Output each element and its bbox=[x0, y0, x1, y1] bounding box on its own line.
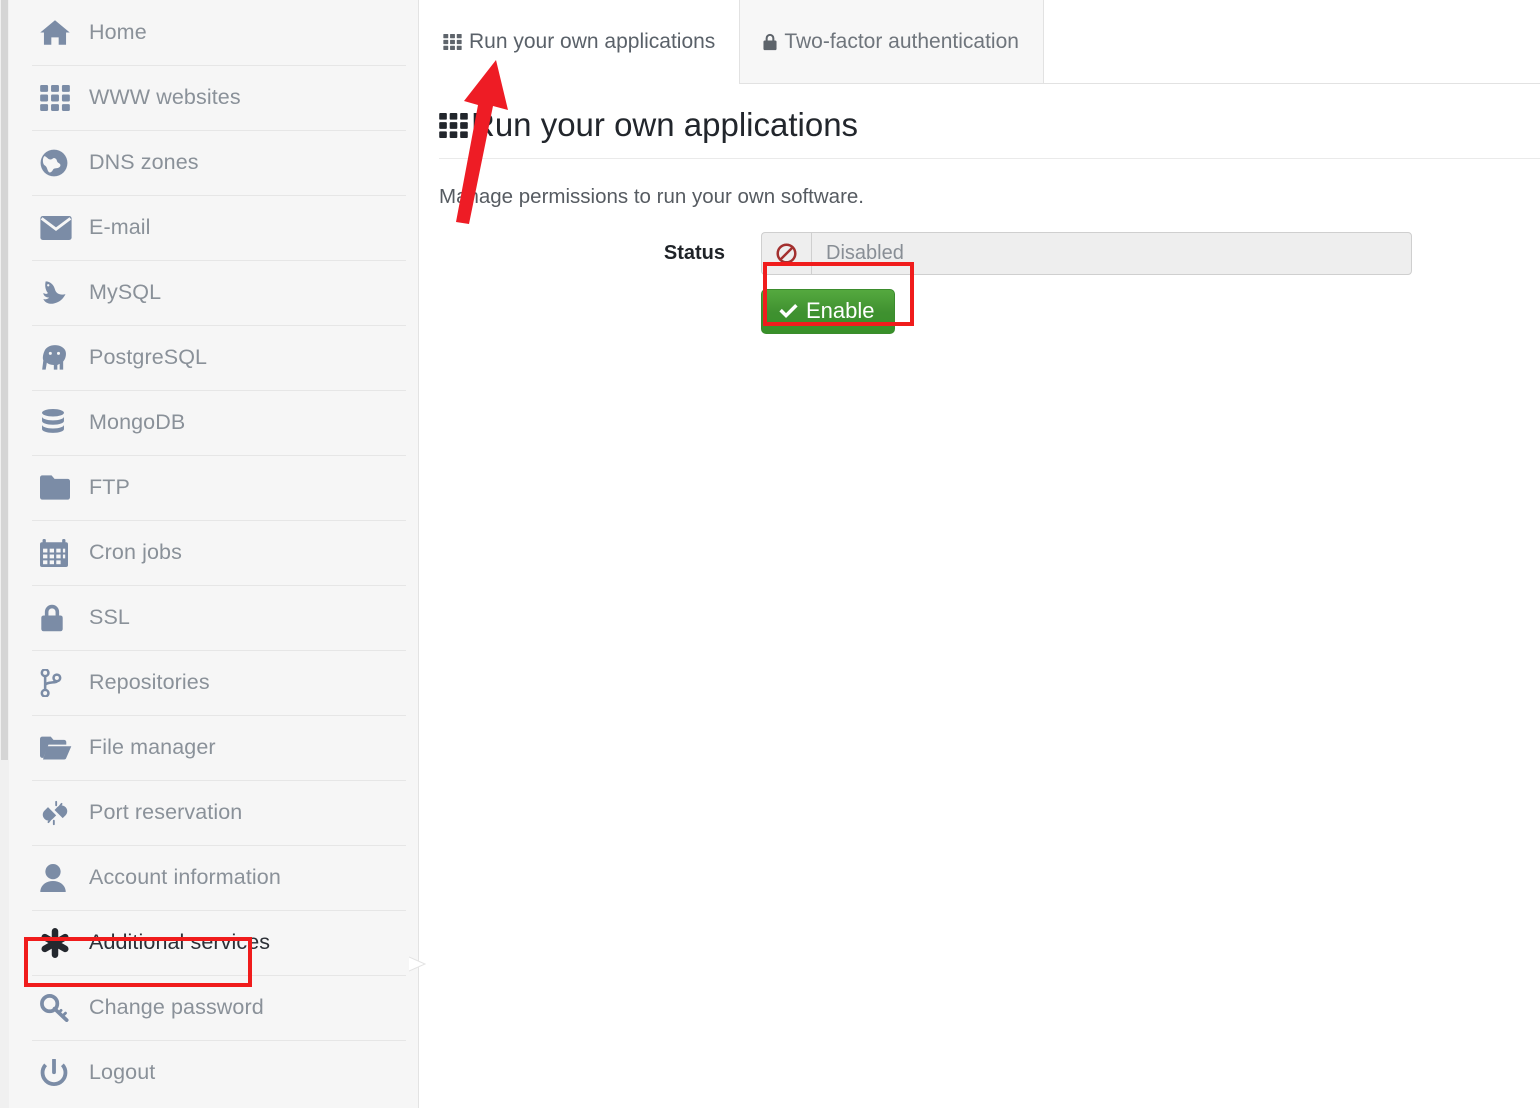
folder-open-icon bbox=[40, 735, 80, 760]
check-icon bbox=[779, 303, 798, 319]
page-title-text: Run your own applications bbox=[471, 106, 859, 143]
enable-button-row: Enable bbox=[439, 289, 1540, 334]
sidebar-item-label: Port reservation bbox=[89, 800, 243, 824]
envelope-icon bbox=[40, 215, 80, 240]
dolphin-icon bbox=[40, 279, 80, 307]
enable-button[interactable]: Enable bbox=[761, 289, 895, 334]
sidebar-item-label: Cron jobs bbox=[89, 540, 182, 564]
sidebar-item-postgresql[interactable]: PostgreSQL bbox=[9, 325, 418, 390]
sidebar: Home WWW websites DNS zones E-mail MySQL… bbox=[9, 0, 419, 1108]
sidebar-item-label: WWW websites bbox=[89, 85, 241, 109]
user-icon bbox=[40, 863, 80, 892]
lock-icon bbox=[40, 604, 80, 632]
sidebar-item-email[interactable]: E-mail bbox=[9, 195, 418, 260]
page-scrollbar-thumb[interactable] bbox=[1, 0, 8, 760]
sidebar-item-account-information[interactable]: Account information bbox=[9, 845, 418, 910]
sidebar-item-additional-services[interactable]: Additional services bbox=[9, 910, 418, 975]
status-row: Status Disabled bbox=[439, 232, 1540, 275]
lock-icon bbox=[763, 33, 777, 51]
page-title: Run your own applications bbox=[439, 84, 1540, 159]
status-input-group: Disabled bbox=[761, 232, 1412, 275]
plug-icon bbox=[40, 799, 80, 827]
page-description: Manage permissions to run your own softw… bbox=[439, 185, 865, 208]
sidebar-item-label: SSL bbox=[89, 605, 130, 629]
grid-icon bbox=[439, 112, 468, 138]
sidebar-item-mysql[interactable]: MySQL bbox=[9, 260, 418, 325]
sidebar-item-dns-zones[interactable]: DNS zones bbox=[9, 130, 418, 195]
elephant-icon bbox=[40, 344, 80, 372]
ban-icon bbox=[761, 232, 811, 275]
calendar-icon bbox=[40, 538, 80, 567]
sidebar-item-www-websites[interactable]: WWW websites bbox=[9, 65, 418, 130]
code-branch-icon bbox=[40, 668, 80, 697]
sidebar-item-label: File manager bbox=[89, 735, 216, 759]
content-panel: Run your own applications Manage permiss… bbox=[420, 84, 1540, 334]
sidebar-item-label: Home bbox=[89, 20, 147, 44]
sidebar-item-repositories[interactable]: Repositories bbox=[9, 650, 418, 715]
sidebar-item-port-reservation[interactable]: Port reservation bbox=[9, 780, 418, 845]
sidebar-item-file-manager[interactable]: File manager bbox=[9, 715, 418, 780]
grid-icon bbox=[40, 84, 80, 111]
main-content: Run your own applications Two-factor aut… bbox=[420, 0, 1540, 1108]
enable-button-label: Enable bbox=[806, 298, 875, 323]
tab-label: Run your own applications bbox=[469, 29, 716, 53]
tab-two-factor-authentication[interactable]: Two-factor authentication bbox=[739, 0, 1044, 83]
power-icon bbox=[40, 1058, 80, 1087]
sidebar-item-label: E-mail bbox=[89, 215, 151, 239]
sidebar-item-change-password[interactable]: Change password bbox=[9, 975, 418, 1040]
sidebar-item-label: Change password bbox=[89, 995, 264, 1019]
tab-label: Two-factor authentication bbox=[784, 29, 1019, 53]
sidebar-item-logout[interactable]: Logout bbox=[9, 1040, 418, 1105]
sidebar-item-label: Logout bbox=[89, 1060, 156, 1084]
sidebar-item-label: Additional services bbox=[89, 930, 271, 954]
status-value: Disabled bbox=[811, 232, 1412, 275]
status-label: Status bbox=[663, 242, 725, 264]
sidebar-item-cron-jobs[interactable]: Cron jobs bbox=[9, 520, 418, 585]
asterisk-icon bbox=[40, 927, 80, 958]
sidebar-item-label: PostgreSQL bbox=[89, 345, 208, 369]
database-icon bbox=[40, 408, 80, 437]
sidebar-item-home[interactable]: Home bbox=[9, 0, 418, 65]
folder-icon bbox=[40, 475, 80, 500]
sidebar-item-label: MongoDB bbox=[89, 410, 186, 434]
grid-icon bbox=[443, 33, 462, 50]
key-icon bbox=[40, 993, 80, 1022]
sidebar-item-ftp[interactable]: FTP bbox=[9, 455, 418, 520]
sidebar-item-label: MySQL bbox=[89, 280, 162, 304]
sidebar-item-label: Repositories bbox=[89, 670, 210, 694]
sidebar-nav-list: Home WWW websites DNS zones E-mail MySQL… bbox=[9, 0, 418, 1105]
sidebar-item-ssl[interactable]: SSL bbox=[9, 585, 418, 650]
sidebar-collapse-handle[interactable] bbox=[408, 933, 431, 995]
tab-run-your-own-applications[interactable]: Run your own applications bbox=[420, 0, 740, 84]
tab-bar: Run your own applications Two-factor aut… bbox=[420, 0, 1540, 84]
globe-icon bbox=[40, 149, 80, 177]
sidebar-item-label: FTP bbox=[89, 475, 130, 499]
sidebar-item-label: Account information bbox=[89, 865, 281, 889]
sidebar-item-label: DNS zones bbox=[89, 150, 199, 174]
sidebar-item-mongodb[interactable]: MongoDB bbox=[9, 390, 418, 455]
home-icon bbox=[40, 19, 80, 46]
